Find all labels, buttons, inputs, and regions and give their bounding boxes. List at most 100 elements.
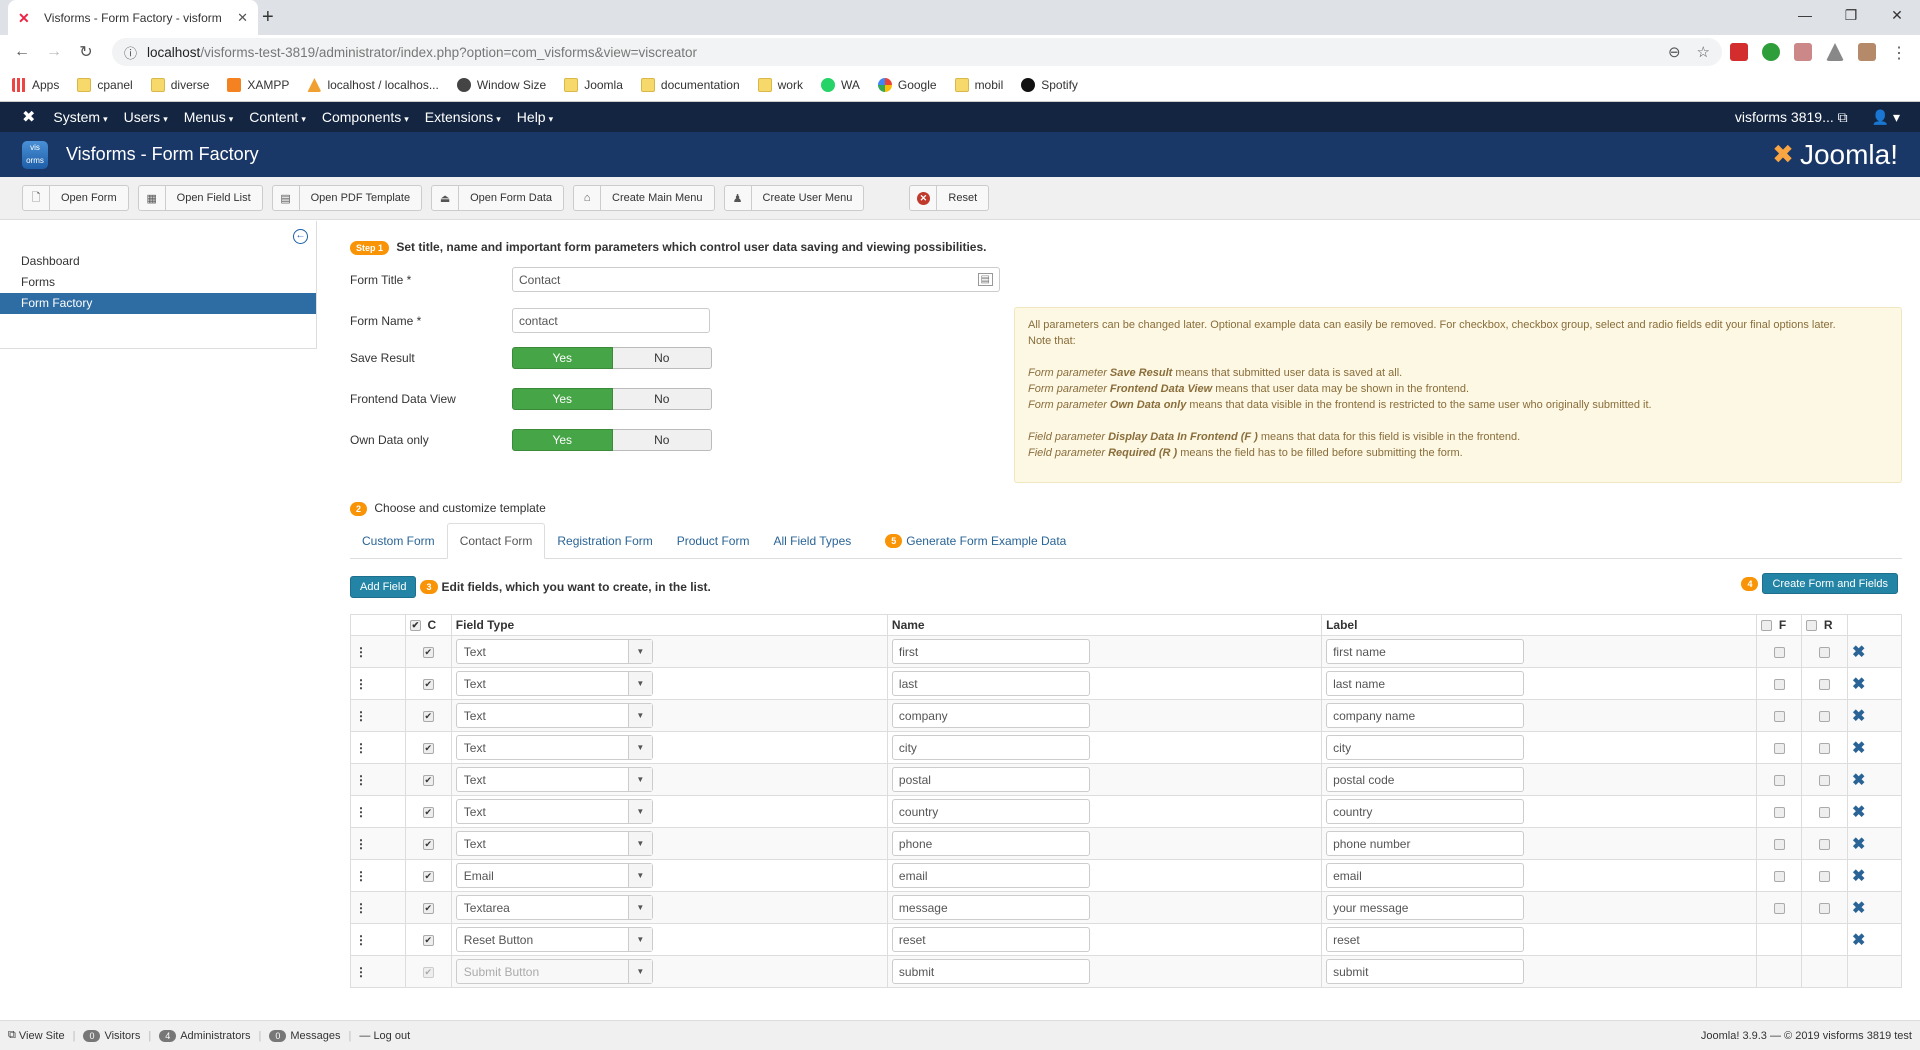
create-checkbox[interactable]: ✔ [422, 742, 434, 754]
field-label-input[interactable]: last name [1326, 671, 1525, 696]
field-type-select[interactable]: Text ▼ [455, 671, 653, 696]
delete-row-icon[interactable]: ✖ [1852, 644, 1865, 661]
form-title-input[interactable]: Contact ▤ [512, 267, 1000, 292]
required-checkbox[interactable] [1819, 646, 1831, 658]
tab-all-field-types[interactable]: All Field Types [761, 524, 863, 558]
minimize-icon[interactable]: — [1782, 0, 1828, 30]
bookmark-xampp[interactable]: XAMPP [227, 78, 289, 92]
field-label-input[interactable]: submit [1326, 959, 1525, 984]
create-checkbox[interactable]: ✔ [422, 838, 434, 850]
delete-row-icon[interactable]: ✖ [1852, 740, 1865, 757]
drag-handle-icon[interactable]: ⋮ [350, 635, 406, 668]
delete-row-icon[interactable]: ✖ [1852, 836, 1865, 853]
restore-icon[interactable]: ❐ [1828, 0, 1874, 30]
create-checkbox[interactable]: ✔ [422, 870, 434, 882]
create-form-and-fields-button[interactable]: Create Form and Fields [1762, 573, 1898, 594]
logout-link[interactable]: Log out [373, 1030, 410, 1042]
reset-button[interactable]: ✕ Reset [909, 185, 990, 211]
field-type-select[interactable]: Text ▼ [455, 831, 653, 856]
delete-row-icon[interactable]: ✖ [1852, 676, 1865, 693]
lastpass-icon[interactable] [1730, 43, 1748, 61]
bookmark-window-size[interactable]: Window Size [456, 78, 546, 92]
yes-option[interactable]: Yes [512, 429, 613, 451]
field-type-select[interactable]: Text ▼ [455, 799, 653, 824]
field-type-select[interactable]: Text ▼ [455, 639, 653, 664]
field-label-input[interactable]: company name [1326, 703, 1525, 728]
delete-row-icon[interactable]: ✖ [1852, 708, 1865, 725]
field-name-input[interactable]: city [891, 735, 1090, 760]
tab-product-form[interactable]: Product Form [665, 524, 762, 558]
create-checkbox[interactable]: ✔ [422, 678, 434, 690]
collapse-sidebar-icon[interactable]: ← [293, 229, 308, 244]
drag-handle-icon[interactable]: ⋮ [350, 763, 406, 796]
delete-row-icon[interactable]: ✖ [1852, 772, 1865, 789]
menu-users[interactable]: Users ▾ [124, 109, 168, 125]
create-checkbox[interactable]: ✔ [422, 774, 434, 786]
pdf-extension-icon[interactable] [1794, 43, 1812, 61]
field-name-input[interactable]: message [891, 895, 1090, 920]
bookmark-joomla[interactable]: Joomla [564, 78, 623, 92]
frontend-checkbox[interactable] [1773, 806, 1785, 818]
required-checkbox[interactable] [1819, 838, 1831, 850]
create-checkbox[interactable]: ✔ [422, 806, 434, 818]
drive-icon[interactable] [1826, 43, 1844, 61]
bookmark-documentation[interactable]: documentation [640, 78, 740, 92]
drag-handle-icon[interactable]: ⋮ [350, 795, 406, 828]
create-checkbox[interactable]: ✔ [422, 934, 434, 946]
required-checkbox[interactable] [1819, 806, 1831, 818]
frontend-checkbox[interactable] [1773, 902, 1785, 914]
drag-handle-icon[interactable]: ⋮ [350, 923, 406, 956]
bookmark-apps[interactable]: Apps [12, 78, 59, 92]
field-name-input[interactable]: company [891, 703, 1090, 728]
field-type-select[interactable]: Reset Button ▼ [455, 927, 653, 952]
open-pdf-template-button[interactable]: ▤ Open PDF Template [271, 185, 423, 211]
create-checkbox[interactable]: ✔ [422, 710, 434, 722]
frontend-checkbox[interactable] [1773, 870, 1785, 882]
forward-icon[interactable]: → [40, 43, 68, 61]
select-all-checkbox[interactable]: ✔ [409, 620, 421, 632]
tab-contact-form[interactable]: Contact Form [446, 523, 546, 559]
drag-handle-icon[interactable]: ⋮ [350, 699, 406, 732]
field-name-input[interactable]: submit [891, 959, 1090, 984]
zoom-icon[interactable]: ⊖ [1668, 43, 1681, 61]
info-icon[interactable]: ⓘ [124, 43, 137, 62]
field-name-input[interactable]: postal [891, 767, 1090, 792]
required-checkbox[interactable] [1819, 870, 1831, 882]
bookmark-cpanel[interactable]: cpanel [77, 78, 133, 92]
field-type-select[interactable]: Email ▼ [455, 863, 653, 888]
create-main-menu-button[interactable]: ⌂ Create Main Menu [573, 185, 715, 211]
required-checkbox[interactable] [1819, 742, 1831, 754]
bookmark-diverse[interactable]: diverse [150, 78, 209, 92]
bug-extension-icon[interactable] [1762, 43, 1780, 61]
form-name-input[interactable]: contact [512, 308, 710, 333]
joomla-logo-icon[interactable]: ✖ [22, 107, 35, 127]
field-name-input[interactable]: last [891, 671, 1090, 696]
drag-handle-icon[interactable]: ⋮ [350, 827, 406, 860]
user-menu-icon[interactable]: 👤 ▾ [1872, 109, 1900, 126]
required-checkbox[interactable] [1819, 774, 1831, 786]
bookmark-google[interactable]: Google [877, 78, 937, 92]
frontend-checkbox[interactable] [1773, 710, 1785, 722]
yes-option[interactable]: Yes [512, 388, 613, 410]
tab-custom-form[interactable]: Custom Form [350, 524, 447, 558]
delete-row-icon[interactable]: ✖ [1852, 900, 1865, 917]
field-name-input[interactable]: reset [891, 927, 1090, 952]
field-name-input[interactable]: first [891, 639, 1090, 664]
back-icon[interactable]: ← [8, 43, 36, 61]
no-option[interactable]: No [612, 429, 712, 451]
sidebar-item-dashboard[interactable]: Dashboard [0, 251, 316, 272]
required-checkbox[interactable] [1819, 902, 1831, 914]
required-checkbox[interactable] [1819, 678, 1831, 690]
create-checkbox[interactable]: ✔ [422, 646, 434, 658]
drag-handle-icon[interactable]: ⋮ [350, 859, 406, 892]
create-user-menu-button[interactable]: ♟ Create User Menu [723, 185, 865, 211]
menu-menus[interactable]: Menus ▾ [184, 109, 234, 125]
field-label-input[interactable]: phone number [1326, 831, 1525, 856]
delete-row-icon[interactable]: ✖ [1852, 804, 1865, 821]
drag-handle-icon[interactable]: ⋮ [350, 731, 406, 764]
menu-content[interactable]: Content ▾ [249, 109, 306, 125]
view-site-link[interactable]: View Site [19, 1030, 65, 1042]
bookmark-localhost-localhos[interactable]: localhost / localhos... [307, 78, 439, 92]
field-label-input[interactable]: city [1326, 735, 1525, 760]
no-option[interactable]: No [612, 347, 712, 369]
